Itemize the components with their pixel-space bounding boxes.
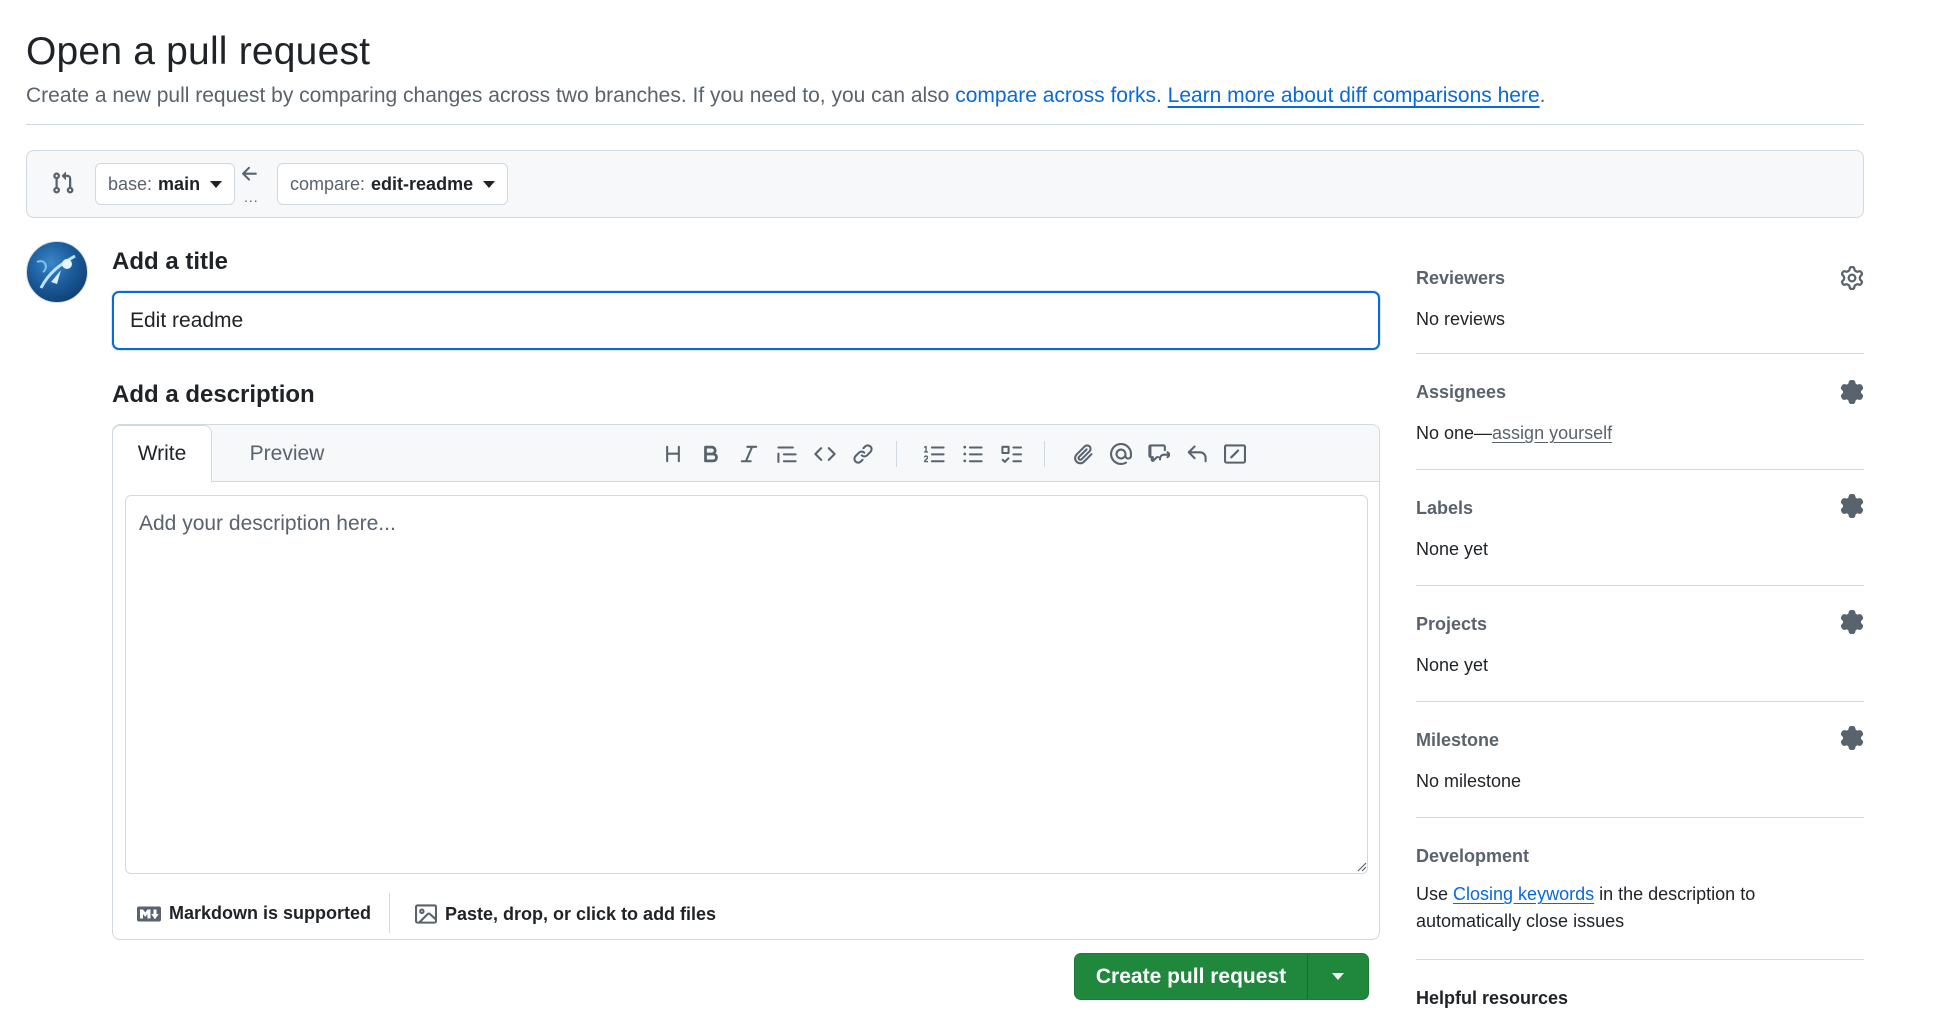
gear-icon[interactable] bbox=[1840, 726, 1864, 750]
header-divider bbox=[26, 124, 1864, 125]
compare-forks-link[interactable]: compare across forks. bbox=[955, 84, 1162, 107]
paste-note-text: Paste, drop, or click to add files bbox=[445, 903, 717, 924]
helpful-resources-heading: Helpful resources bbox=[1416, 988, 1569, 1008]
editor-footer: Markdown is supported Paste, drop, or cl… bbox=[113, 885, 1379, 941]
learn-more-link[interactable]: Learn more about diff comparisons here bbox=[1168, 84, 1540, 107]
base-branch-select[interactable]: base: main bbox=[95, 163, 236, 205]
tab-preview[interactable]: Preview bbox=[237, 425, 337, 483]
mention-icon[interactable] bbox=[1108, 441, 1134, 467]
image-icon bbox=[415, 903, 437, 925]
assignees-heading[interactable]: Assignees bbox=[1416, 354, 1864, 403]
milestone-heading[interactable]: Milestone bbox=[1416, 702, 1864, 751]
add-files-button[interactable]: Paste, drop, or click to add files bbox=[415, 903, 716, 925]
branch-range-bar: base: main ... compare: edit-readme bbox=[26, 150, 1864, 218]
markdown-icon bbox=[137, 905, 161, 923]
development-heading: Development bbox=[1416, 846, 1530, 866]
projects-heading[interactable]: Projects bbox=[1416, 586, 1864, 635]
italic-icon[interactable] bbox=[736, 441, 762, 467]
gear-icon[interactable] bbox=[1840, 494, 1864, 518]
footer-divider bbox=[389, 893, 390, 933]
page-title: Open a pull request bbox=[26, 30, 371, 73]
base-branch-name: main bbox=[158, 173, 201, 194]
caret-down-icon bbox=[1332, 973, 1344, 980]
sidebar-assignees: Assignees No one—assign yourself bbox=[1416, 354, 1864, 470]
projects-value: None yet bbox=[1416, 655, 1489, 675]
bold-icon[interactable] bbox=[698, 441, 724, 467]
task-list-icon[interactable] bbox=[998, 441, 1024, 467]
description-textarea[interactable] bbox=[125, 495, 1368, 874]
sidebar-development: Development Use Closing keywords in the … bbox=[1416, 818, 1864, 960]
sidebar: Reviewers No reviews Assignees No one—as… bbox=[1416, 254, 1864, 960]
link-icon[interactable] bbox=[850, 441, 876, 467]
labels-value: None yet bbox=[1416, 539, 1489, 559]
caret-down-icon bbox=[210, 180, 223, 188]
development-prefix: Use bbox=[1416, 884, 1449, 904]
resize-handle-icon[interactable] bbox=[1355, 860, 1367, 872]
page-subtitle: Create a new pull request by comparing c… bbox=[26, 84, 1545, 108]
closing-keywords-link[interactable]: Closing keywords bbox=[1453, 884, 1594, 904]
quote-icon[interactable] bbox=[774, 441, 800, 467]
range-dots: ... bbox=[244, 189, 259, 205]
reviewers-heading[interactable]: Reviewers bbox=[1416, 254, 1864, 289]
gear-icon[interactable] bbox=[1840, 380, 1864, 404]
caret-down-icon bbox=[483, 180, 496, 188]
saved-replies-icon[interactable] bbox=[1184, 441, 1210, 467]
subtitle-text: Create a new pull request by comparing c… bbox=[26, 84, 950, 107]
arrow-left-icon bbox=[239, 163, 261, 185]
heading-icon[interactable] bbox=[660, 441, 686, 467]
gear-icon[interactable] bbox=[1840, 266, 1864, 290]
development-value: Use Closing keywords in the description … bbox=[1416, 881, 1864, 935]
assign-yourself-link[interactable]: assign yourself bbox=[1492, 423, 1612, 443]
base-label: base: bbox=[108, 173, 153, 194]
sidebar-reviewers: Reviewers No reviews bbox=[1416, 254, 1864, 354]
assignees-value: No one—assign yourself bbox=[1416, 423, 1864, 444]
create-pull-request-label[interactable]: Create pull request bbox=[1075, 954, 1307, 999]
sidebar-projects: Projects None yet bbox=[1416, 586, 1864, 702]
attach-icon[interactable] bbox=[1070, 441, 1096, 467]
title-input[interactable] bbox=[112, 291, 1380, 350]
tab-write[interactable]: Write bbox=[112, 425, 212, 483]
create-pull-request-button[interactable]: Create pull request bbox=[1074, 953, 1369, 1000]
compare-label: compare: bbox=[290, 173, 366, 194]
unordered-list-icon[interactable] bbox=[960, 441, 986, 467]
compare-branch-select[interactable]: compare: edit-readme bbox=[277, 163, 509, 205]
description-heading: Add a description bbox=[112, 381, 315, 408]
toolbar-divider bbox=[896, 441, 897, 467]
sidebar-labels: Labels None yet bbox=[1416, 470, 1864, 586]
ordered-list-icon[interactable] bbox=[922, 441, 948, 467]
markdown-note[interactable]: Markdown is supported bbox=[137, 903, 371, 924]
avatar[interactable] bbox=[26, 241, 88, 303]
assignees-none: No one— bbox=[1416, 423, 1493, 443]
slash-commands-icon[interactable] bbox=[1222, 441, 1248, 467]
create-options-dropdown[interactable] bbox=[1308, 954, 1368, 999]
cross-reference-icon[interactable] bbox=[1146, 441, 1172, 467]
code-icon[interactable] bbox=[812, 441, 838, 467]
sidebar-milestone: Milestone No milestone bbox=[1416, 702, 1864, 818]
description-editor: Write Preview Add your description here.… bbox=[112, 424, 1380, 940]
reviewers-value: No reviews bbox=[1416, 309, 1506, 329]
markdown-note-text: Markdown is supported bbox=[169, 903, 372, 923]
milestone-value: No milestone bbox=[1416, 771, 1522, 791]
subtitle-end: . bbox=[1539, 84, 1546, 107]
git-compare-icon bbox=[51, 171, 75, 195]
compare-branch-name: edit-readme bbox=[371, 173, 474, 194]
toolbar-divider bbox=[1044, 441, 1045, 467]
labels-heading[interactable]: Labels bbox=[1416, 470, 1864, 519]
title-heading: Add a title bbox=[112, 248, 229, 275]
gear-icon[interactable] bbox=[1840, 610, 1864, 634]
